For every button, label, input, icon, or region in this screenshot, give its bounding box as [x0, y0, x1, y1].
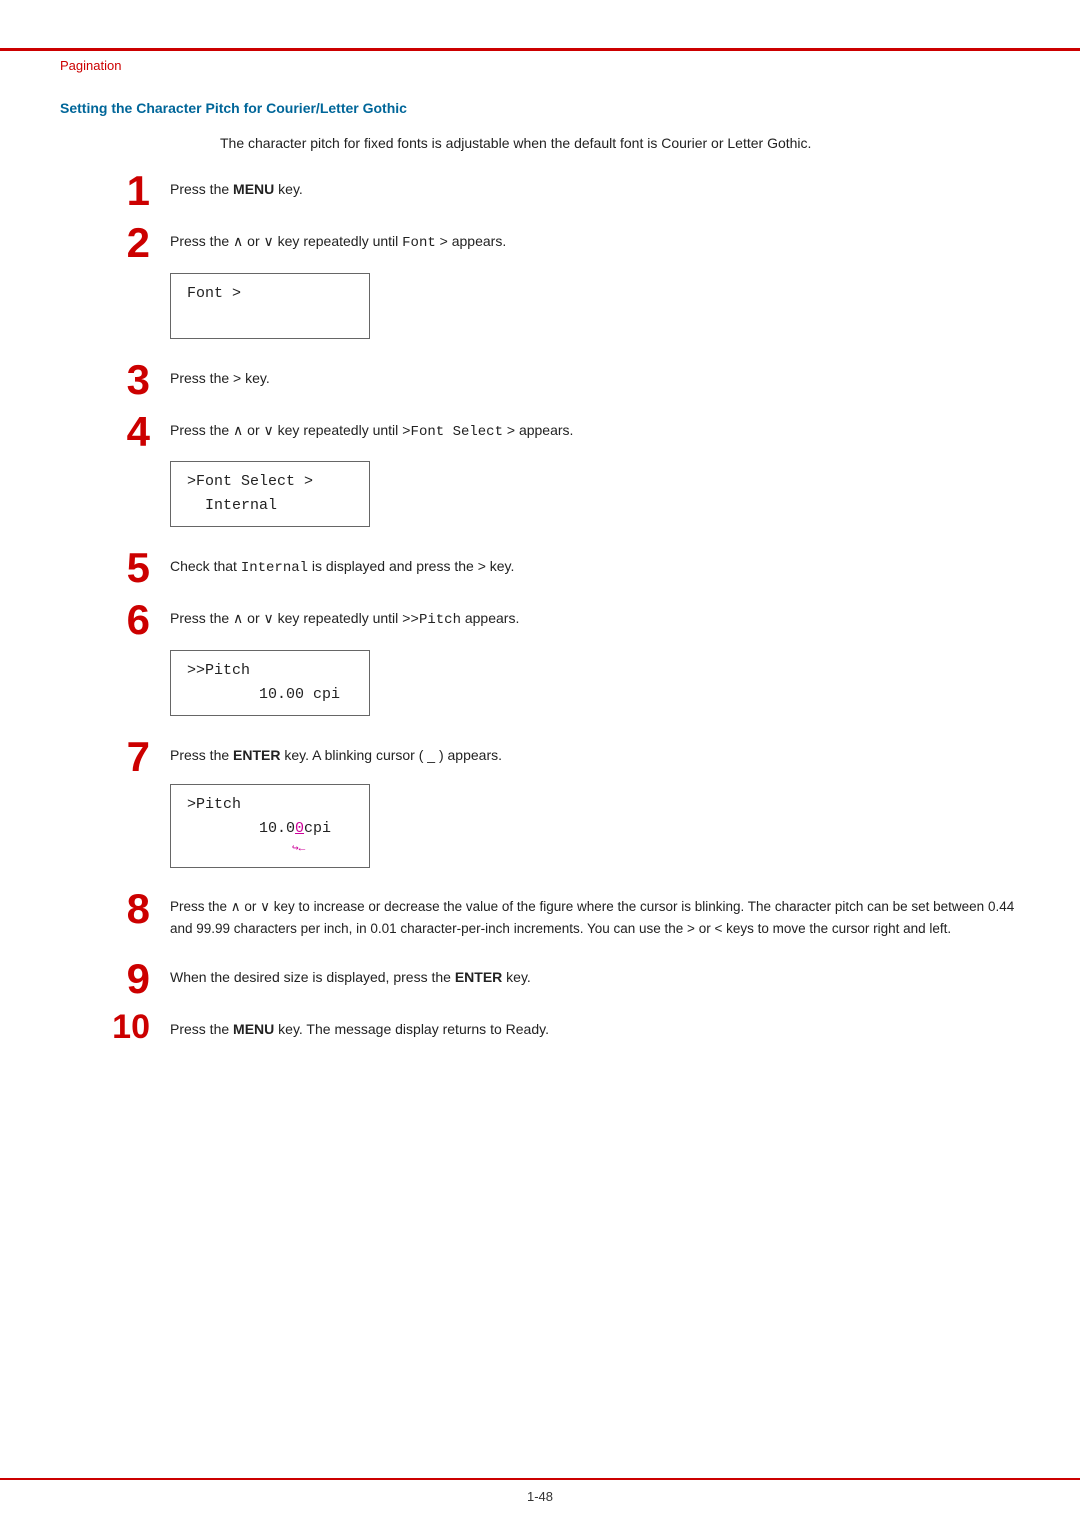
step-3: 3 Press the > key.	[60, 363, 1020, 401]
step-4: 4 Press the ∧ or ∨ key repeatedly until …	[60, 415, 1020, 537]
step-7-display-line2: 10.00cpi	[187, 817, 353, 841]
menu-key-10: MENU	[233, 1021, 274, 1037]
step-2-content: Press the ∧ or ∨ key repeatedly until Fo…	[170, 226, 1020, 348]
step-8: 8 Press the ∧ or ∨ key to increase or de…	[60, 892, 1020, 949]
step-6-code: >>Pitch	[402, 612, 461, 628]
step-5-content: Check that Internal is displayed and pre…	[170, 551, 1020, 587]
step-4-content: Press the ∧ or ∨ key repeatedly until >F…	[170, 415, 1020, 537]
enter-key-9: ENTER	[455, 969, 502, 985]
step-6-display-line2: 10.00 cpi	[187, 683, 353, 707]
step-8-content: Press the ∧ or ∨ key to increase or decr…	[170, 892, 1020, 949]
step-10: 10 Press the MENU key. The message displ…	[60, 1014, 1020, 1048]
step-2: 2 Press the ∧ or ∨ key repeatedly until …	[60, 226, 1020, 348]
step-1-content: Press the MENU key.	[170, 174, 1020, 208]
step-7-content: Press the ENTER key. A blinking cursor (…	[170, 740, 1020, 878]
menu-key-1: MENU	[233, 181, 274, 197]
page-container: Pagination Setting the Character Pitch f…	[0, 0, 1080, 1528]
step-7-display: >Pitch 10.00cpi ↪←	[170, 784, 370, 868]
step-2-code: Font	[402, 235, 436, 251]
step-1-number: 1	[60, 170, 170, 212]
step-5: 5 Check that Internal is displayed and p…	[60, 551, 1020, 589]
step-4-display-line2: Internal	[187, 494, 353, 518]
cursor-arrow: ↪←	[187, 841, 353, 859]
step-4-display: >Font Select > Internal	[170, 461, 370, 527]
step-8-number: 8	[60, 888, 170, 930]
enter-key-7: ENTER	[233, 747, 280, 763]
bottom-rule	[0, 1478, 1080, 1480]
step-6-number: 6	[60, 599, 170, 641]
step-6: 6 Press the ∧ or ∨ key repeatedly until …	[60, 603, 1020, 725]
step-9: 9 When the desired size is displayed, pr…	[60, 962, 1020, 1000]
intro-text: The character pitch for fixed fonts is a…	[220, 132, 1020, 154]
step-7-display-line1: >Pitch	[187, 793, 353, 817]
step-5-code: Internal	[241, 560, 308, 576]
step-7-cpi: cpi	[304, 820, 331, 837]
step-2-display-line1: Font >	[187, 282, 353, 306]
page-number: 1-48	[527, 1489, 553, 1504]
step-2-number: 2	[60, 222, 170, 264]
step-10-number: 10	[60, 1010, 170, 1044]
step-3-content: Press the > key.	[170, 363, 1020, 397]
step-2-display: Font >	[170, 273, 370, 339]
section-heading: Setting the Character Pitch for Courier/…	[60, 100, 1020, 116]
step-7-number: 7	[60, 736, 170, 778]
step-10-content: Press the MENU key. The message display …	[170, 1014, 1020, 1048]
step-9-content: When the desired size is displayed, pres…	[170, 962, 1020, 996]
cursor-char: 0	[295, 820, 304, 837]
step-6-display: >>Pitch 10.00 cpi	[170, 650, 370, 716]
step-7: 7 Press the ENTER key. A blinking cursor…	[60, 740, 1020, 878]
step-6-content: Press the ∧ or ∨ key repeatedly until >>…	[170, 603, 1020, 725]
step-4-display-line1: >Font Select >	[187, 470, 353, 494]
step-4-number: 4	[60, 411, 170, 453]
steps-list: 1 Press the MENU key. 2 Press the ∧ or ∨…	[60, 174, 1020, 1048]
step-5-number: 5	[60, 547, 170, 589]
pagination-label: Pagination	[60, 58, 121, 73]
step-4-code: >Font Select	[402, 424, 503, 440]
top-rule	[0, 48, 1080, 51]
step-1: 1 Press the MENU key.	[60, 174, 1020, 212]
step-6-display-line1: >>Pitch	[187, 659, 353, 683]
main-content: Setting the Character Pitch for Courier/…	[60, 100, 1020, 1062]
step-9-number: 9	[60, 958, 170, 1000]
step-2-display-line2	[187, 306, 353, 330]
step-3-number: 3	[60, 359, 170, 401]
